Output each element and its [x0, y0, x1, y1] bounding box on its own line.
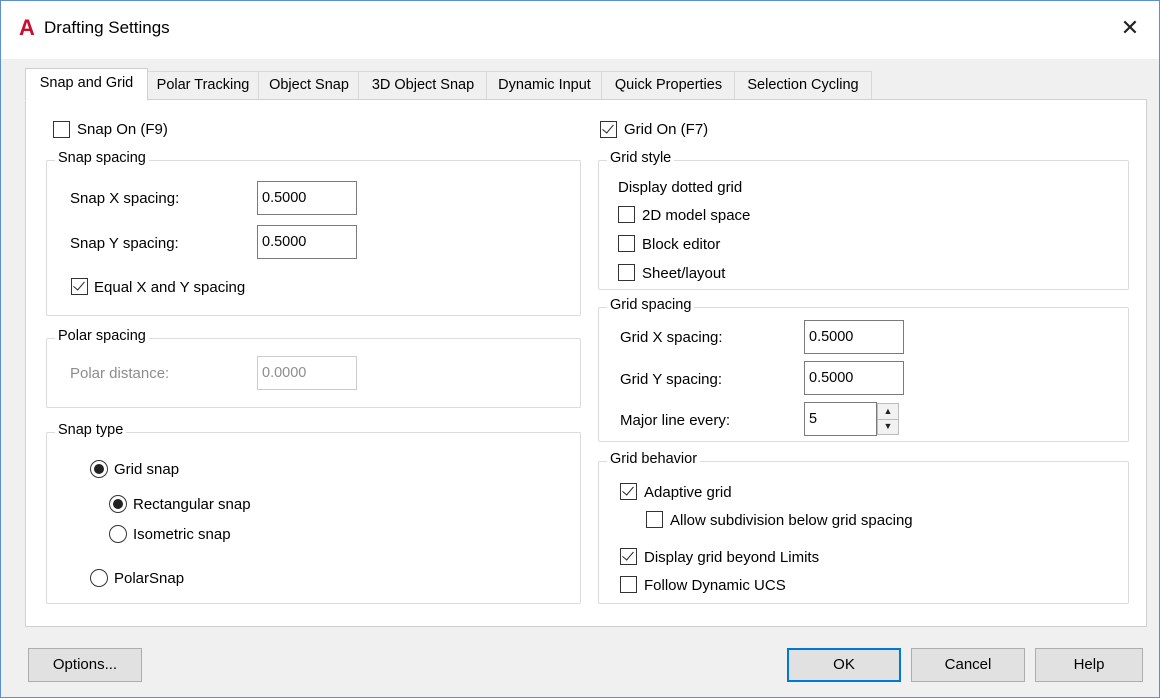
help-button[interactable]: Help [1035, 648, 1143, 682]
snap-x-label: Snap X spacing: [70, 190, 180, 207]
spin-down-icon[interactable]: ▼ [878, 419, 898, 434]
grid-spacing-heading: Grid spacing [607, 297, 695, 313]
grid-on-checkbox[interactable] [600, 121, 617, 138]
snap-type-group: Snap type Grid snap Rectangular snap Iso… [46, 422, 581, 604]
2d-model-space-checkbox[interactable] [618, 206, 635, 223]
tab-quick-properties[interactable]: Quick Properties [601, 71, 736, 99]
rectangular-snap-label: Rectangular snap [133, 496, 251, 513]
grid-snap-label: Grid snap [114, 461, 180, 478]
block-editor-label: Block editor [642, 236, 721, 253]
grid-y-label: Grid Y spacing: [620, 371, 723, 388]
rectangular-snap-radio[interactable] [109, 495, 127, 513]
ok-button[interactable]: OK [787, 648, 901, 682]
adaptive-grid-label: Adaptive grid [644, 484, 732, 501]
tab-3d-object-snap[interactable]: 3D Object Snap [358, 71, 488, 99]
grid-on-label: Grid On (F7) [624, 121, 709, 138]
grid-y-spacing-input[interactable] [804, 361, 904, 395]
grid-behavior-heading: Grid behavior [607, 451, 701, 467]
display-dotted-grid-label: Display dotted grid [618, 179, 743, 196]
grid-style-group: Grid style Display dotted grid 2D model … [598, 150, 1129, 290]
equal-xy-spacing-label: Equal X and Y spacing [94, 279, 246, 296]
options-button[interactable]: Options... [28, 648, 142, 682]
tab-polar-tracking[interactable]: Polar Tracking [146, 71, 260, 99]
snap-y-label: Snap Y spacing: [70, 235, 179, 252]
tab-selection-cycling[interactable]: Selection Cycling [734, 71, 872, 99]
tab-dynamic-input[interactable]: Dynamic Input [486, 71, 603, 99]
tab-object-snap[interactable]: Object Snap [258, 71, 360, 99]
follow-dynamic-ucs-checkbox[interactable] [620, 576, 637, 593]
snap-y-spacing-input[interactable] [257, 225, 357, 259]
polar-spacing-heading: Polar spacing [55, 328, 149, 344]
polar-distance-input [257, 356, 357, 390]
grid-x-label: Grid X spacing: [620, 329, 723, 346]
polarsnap-label: PolarSnap [114, 570, 185, 587]
snap-spacing-heading: Snap spacing [55, 150, 149, 166]
polarsnap-radio[interactable] [90, 569, 108, 587]
display-grid-beyond-limits-label: Display grid beyond Limits [644, 549, 820, 566]
equal-xy-spacing-checkbox[interactable] [71, 278, 88, 295]
spin-up-icon[interactable]: ▲ [878, 404, 898, 420]
isometric-snap-radio[interactable] [109, 525, 127, 543]
allow-subdivision-checkbox[interactable] [646, 511, 663, 528]
tab-snap-and-grid[interactable]: Snap and Grid [25, 68, 148, 101]
cancel-button[interactable]: Cancel [911, 648, 1025, 682]
snap-and-grid-panel: Snap On (F9) Snap spacing Snap X spacing… [25, 99, 1147, 627]
adaptive-grid-checkbox[interactable] [620, 483, 637, 500]
allow-subdivision-label: Allow subdivision below grid spacing [670, 512, 913, 529]
grid-style-heading: Grid style [607, 150, 675, 166]
snap-type-heading: Snap type [55, 422, 127, 438]
block-editor-checkbox[interactable] [618, 235, 635, 252]
drafting-settings-dialog: A Drafting Settings ✕ Snap and Grid Pola… [0, 0, 1160, 698]
grid-spacing-group: Grid spacing Grid X spacing: Grid Y spac… [598, 297, 1129, 442]
polar-distance-label: Polar distance: [70, 365, 170, 382]
snap-on-label: Snap On (F9) [77, 121, 168, 138]
grid-behavior-group: Grid behavior Adaptive grid Allow subdiv… [598, 451, 1129, 604]
major-line-label: Major line every: [620, 412, 731, 429]
snap-x-spacing-input[interactable] [257, 181, 357, 215]
major-line-input[interactable] [804, 402, 877, 436]
major-line-spinner[interactable]: ▲ ▼ [877, 403, 899, 435]
follow-dynamic-ucs-label: Follow Dynamic UCS [644, 577, 786, 594]
title-bar: A Drafting Settings ✕ [1, 1, 1159, 59]
window-title: Drafting Settings [44, 18, 170, 37]
isometric-snap-label: Isometric snap [133, 526, 231, 543]
polar-spacing-group: Polar spacing Polar distance: [46, 328, 581, 408]
display-grid-beyond-limits-checkbox[interactable] [620, 548, 637, 565]
sheet-layout-label: Sheet/layout [642, 265, 726, 282]
snap-on-checkbox[interactable] [53, 121, 70, 138]
sheet-layout-checkbox[interactable] [618, 264, 635, 281]
autocad-app-icon: A [19, 15, 35, 40]
grid-x-spacing-input[interactable] [804, 320, 904, 354]
grid-snap-radio[interactable] [90, 460, 108, 478]
close-icon[interactable]: ✕ [1115, 13, 1145, 43]
snap-spacing-group: Snap spacing Snap X spacing: Snap Y spac… [46, 150, 581, 316]
2d-model-space-label: 2D model space [642, 207, 751, 224]
